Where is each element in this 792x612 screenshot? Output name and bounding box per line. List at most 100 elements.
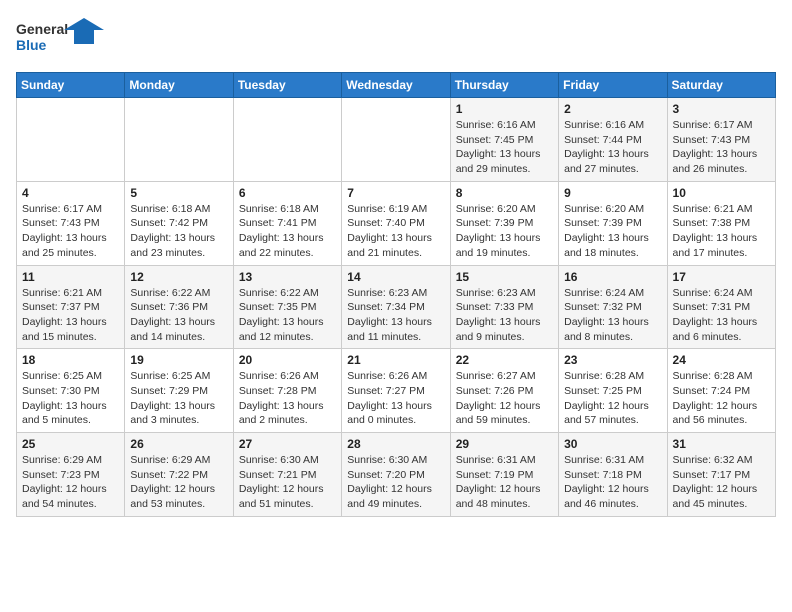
header-day-sunday: Sunday [17,73,125,98]
day-info: Sunrise: 6:20 AM Sunset: 7:39 PM Dayligh… [456,202,553,261]
calendar-cell: 20 Sunrise: 6:26 AM Sunset: 7:28 PM Dayli… [233,349,341,433]
page-header: GeneralBlue [16,16,776,60]
day-info: Sunrise: 6:28 AM Sunset: 7:25 PM Dayligh… [564,369,661,428]
day-number: 11 [22,270,119,284]
calendar-cell: 10 Sunrise: 6:21 AM Sunset: 7:38 PM Dayli… [667,181,775,265]
day-number: 3 [673,102,770,116]
day-info: Sunrise: 6:27 AM Sunset: 7:26 PM Dayligh… [456,369,553,428]
day-number: 10 [673,186,770,200]
day-info: Sunrise: 6:19 AM Sunset: 7:40 PM Dayligh… [347,202,444,261]
calendar-cell: 24Sunrise: 6:28 AM Sunset: 7:24 PM Dayli… [667,349,775,433]
day-info: Sunrise: 6:26 AM Sunset: 7:28 PM Dayligh… [239,369,336,428]
day-info: Sunrise: 6:25 AM Sunset: 7:30 PM Dayligh… [22,369,119,428]
day-number: 27 [239,437,336,451]
day-info: Sunrise: 6:31 AM Sunset: 7:18 PM Dayligh… [564,453,661,512]
day-number: 23 [564,353,661,367]
day-info: Sunrise: 6:29 AM Sunset: 7:23 PM Dayligh… [22,453,119,512]
calendar-cell: 19Sunrise: 6:25 AM Sunset: 7:29 PM Dayli… [125,349,233,433]
calendar-cell: 7 Sunrise: 6:19 AM Sunset: 7:40 PM Daylig… [342,181,450,265]
calendar-cell: 22 Sunrise: 6:27 AM Sunset: 7:26 PM Dayli… [450,349,558,433]
calendar-cell: 26Sunrise: 6:29 AM Sunset: 7:22 PM Dayli… [125,433,233,517]
calendar-cell [17,98,125,182]
day-number: 28 [347,437,444,451]
day-info: Sunrise: 6:22 AM Sunset: 7:35 PM Dayligh… [239,286,336,345]
header-row: SundayMondayTuesdayWednesdayThursdayFrid… [17,73,776,98]
day-number: 2 [564,102,661,116]
day-info: Sunrise: 6:16 AM Sunset: 7:45 PM Dayligh… [456,118,553,177]
week-row-5: 25 Sunrise: 6:29 AM Sunset: 7:23 PM Dayli… [17,433,776,517]
calendar-cell: 29 Sunrise: 6:31 AM Sunset: 7:19 PM Dayli… [450,433,558,517]
header-day-thursday: Thursday [450,73,558,98]
header-day-saturday: Saturday [667,73,775,98]
day-number: 29 [456,437,553,451]
logo: GeneralBlue [16,16,106,60]
day-number: 9 [564,186,661,200]
day-number: 5 [130,186,227,200]
day-number: 22 [456,353,553,367]
calendar-cell: 16 Sunrise: 6:24 AM Sunset: 7:32 PM Dayli… [559,265,667,349]
calendar-cell: 31 Sunrise: 6:32 AM Sunset: 7:17 PM Dayli… [667,433,775,517]
calendar-cell: 3Sunrise: 6:17 AM Sunset: 7:43 PM Daylig… [667,98,775,182]
calendar-cell: 18 Sunrise: 6:25 AM Sunset: 7:30 PM Dayli… [17,349,125,433]
calendar-cell: 17Sunrise: 6:24 AM Sunset: 7:31 PM Dayli… [667,265,775,349]
calendar-cell: 4 Sunrise: 6:17 AM Sunset: 7:43 PM Daylig… [17,181,125,265]
day-number: 26 [130,437,227,451]
calendar-cell: 21Sunrise: 6:26 AM Sunset: 7:27 PM Dayli… [342,349,450,433]
day-info: Sunrise: 6:23 AM Sunset: 7:34 PM Dayligh… [347,286,444,345]
calendar-cell: 11 Sunrise: 6:21 AM Sunset: 7:37 PM Dayli… [17,265,125,349]
week-row-3: 11 Sunrise: 6:21 AM Sunset: 7:37 PM Dayli… [17,265,776,349]
day-info: Sunrise: 6:21 AM Sunset: 7:38 PM Dayligh… [673,202,770,261]
day-number: 12 [130,270,227,284]
day-number: 18 [22,353,119,367]
day-number: 31 [673,437,770,451]
day-number: 15 [456,270,553,284]
calendar-cell: 12Sunrise: 6:22 AM Sunset: 7:36 PM Dayli… [125,265,233,349]
week-row-2: 4 Sunrise: 6:17 AM Sunset: 7:43 PM Daylig… [17,181,776,265]
week-row-1: 1Sunrise: 6:16 AM Sunset: 7:45 PM Daylig… [17,98,776,182]
calendar-cell [342,98,450,182]
day-info: Sunrise: 6:23 AM Sunset: 7:33 PM Dayligh… [456,286,553,345]
calendar-header: SundayMondayTuesdayWednesdayThursdayFrid… [17,73,776,98]
calendar-cell: 14 Sunrise: 6:23 AM Sunset: 7:34 PM Dayli… [342,265,450,349]
calendar-cell: 9 Sunrise: 6:20 AM Sunset: 7:39 PM Daylig… [559,181,667,265]
day-info: Sunrise: 6:20 AM Sunset: 7:39 PM Dayligh… [564,202,661,261]
day-number: 21 [347,353,444,367]
day-number: 25 [22,437,119,451]
calendar-cell [233,98,341,182]
day-info: Sunrise: 6:31 AM Sunset: 7:19 PM Dayligh… [456,453,553,512]
day-info: Sunrise: 6:24 AM Sunset: 7:32 PM Dayligh… [564,286,661,345]
header-day-tuesday: Tuesday [233,73,341,98]
day-info: Sunrise: 6:18 AM Sunset: 7:41 PM Dayligh… [239,202,336,261]
day-number: 14 [347,270,444,284]
svg-text:Blue: Blue [16,37,47,53]
day-info: Sunrise: 6:16 AM Sunset: 7:44 PM Dayligh… [564,118,661,177]
calendar-cell: 6Sunrise: 6:18 AM Sunset: 7:41 PM Daylig… [233,181,341,265]
day-info: Sunrise: 6:17 AM Sunset: 7:43 PM Dayligh… [22,202,119,261]
day-number: 24 [673,353,770,367]
day-info: Sunrise: 6:21 AM Sunset: 7:37 PM Dayligh… [22,286,119,345]
day-number: 17 [673,270,770,284]
day-number: 4 [22,186,119,200]
calendar-cell: 23 Sunrise: 6:28 AM Sunset: 7:25 PM Dayli… [559,349,667,433]
day-number: 7 [347,186,444,200]
day-number: 20 [239,353,336,367]
header-day-friday: Friday [559,73,667,98]
week-row-4: 18 Sunrise: 6:25 AM Sunset: 7:30 PM Dayli… [17,349,776,433]
day-info: Sunrise: 6:30 AM Sunset: 7:21 PM Dayligh… [239,453,336,512]
calendar-cell: 28 Sunrise: 6:30 AM Sunset: 7:20 PM Dayli… [342,433,450,517]
day-number: 30 [564,437,661,451]
calendar-cell: 13Sunrise: 6:22 AM Sunset: 7:35 PM Dayli… [233,265,341,349]
calendar-cell [125,98,233,182]
day-number: 19 [130,353,227,367]
day-number: 16 [564,270,661,284]
day-info: Sunrise: 6:18 AM Sunset: 7:42 PM Dayligh… [130,202,227,261]
calendar-cell: 30 Sunrise: 6:31 AM Sunset: 7:18 PM Dayli… [559,433,667,517]
calendar-cell: 15 Sunrise: 6:23 AM Sunset: 7:33 PM Dayli… [450,265,558,349]
day-info: Sunrise: 6:30 AM Sunset: 7:20 PM Dayligh… [347,453,444,512]
logo-svg: GeneralBlue [16,16,106,60]
calendar-cell: 27 Sunrise: 6:30 AM Sunset: 7:21 PM Dayli… [233,433,341,517]
calendar-cell: 25 Sunrise: 6:29 AM Sunset: 7:23 PM Dayli… [17,433,125,517]
calendar-cell: 8Sunrise: 6:20 AM Sunset: 7:39 PM Daylig… [450,181,558,265]
calendar-table: SundayMondayTuesdayWednesdayThursdayFrid… [16,72,776,517]
day-info: Sunrise: 6:32 AM Sunset: 7:17 PM Dayligh… [673,453,770,512]
